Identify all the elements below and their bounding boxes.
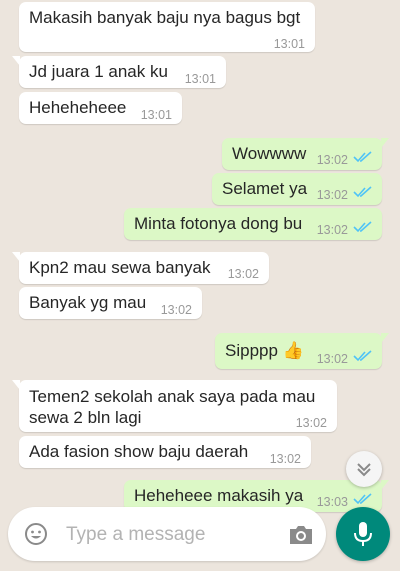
voice-message-button[interactable] xyxy=(336,507,390,561)
bubble-tail xyxy=(381,333,389,343)
message-outgoing[interactable]: Selamet ya 13:02 xyxy=(212,173,382,205)
message-text: Sipppp 👍 xyxy=(225,341,304,360)
bubble-tail xyxy=(12,380,20,390)
message-text: Ada fasion show baju daerah xyxy=(29,442,249,461)
double-check-icon xyxy=(353,186,372,198)
double-check-icon xyxy=(353,221,372,233)
message-input[interactable] xyxy=(64,520,268,550)
bubble-tail xyxy=(381,480,389,490)
message-time: 13:02 xyxy=(269,452,301,466)
message-text: Heheheee makasih ya xyxy=(134,486,304,505)
message-text: Heheheheee xyxy=(29,98,127,117)
message-text: Jd juara 1 anak ku xyxy=(29,62,168,81)
bubble-tail xyxy=(12,252,20,262)
message-outgoing[interactable]: Minta fotonya dong bu 13:02 xyxy=(124,208,382,240)
message-incoming[interactable]: Kpn2 mau sewa banyak 13:02 xyxy=(12,252,269,284)
message-text: Selamet ya xyxy=(222,179,308,198)
message-time: 13:03 xyxy=(316,495,348,509)
scroll-to-bottom-button[interactable] xyxy=(346,451,382,487)
bubble-tail xyxy=(12,56,20,66)
message-time: 13:02 xyxy=(295,416,327,430)
message-incoming[interactable]: Jd juara 1 anak ku 13:01 xyxy=(12,56,226,88)
message-incoming[interactable]: Temen2 sekolah anak saya pada mau sewa 2… xyxy=(12,380,337,432)
double-check-icon xyxy=(353,151,372,163)
message-text: Banyak yg mau xyxy=(29,293,147,312)
message-text: Temen2 sekolah anak saya pada mau sewa 2… xyxy=(29,387,316,427)
message-time: 13:02 xyxy=(316,153,348,167)
chevron-double-down-icon xyxy=(357,463,371,477)
message-incoming[interactable]: Makasih banyak baju nya bagus bgt 13:01 xyxy=(19,2,315,52)
camera-icon[interactable] xyxy=(288,524,314,546)
message-time: 13:01 xyxy=(184,72,216,86)
double-check-icon xyxy=(353,350,372,362)
message-outgoing[interactable]: Sipppp 👍 13:02 xyxy=(215,333,389,369)
bubble-tail xyxy=(381,138,389,148)
message-time: 13:02 xyxy=(316,188,348,202)
chat-area: Makasih banyak baju nya bagus bgt 13:01 … xyxy=(0,0,400,571)
message-text: Kpn2 mau sewa banyak xyxy=(29,258,211,277)
message-time: 13:02 xyxy=(227,267,259,281)
message-text: Minta fotonya dong bu xyxy=(134,214,303,233)
message-time: 13:02 xyxy=(316,352,348,366)
message-outgoing[interactable]: Wowwww 13:02 xyxy=(222,138,389,170)
message-composer xyxy=(8,507,326,561)
message-time: 13:02 xyxy=(160,303,192,317)
message-time: 13:01 xyxy=(273,37,305,51)
message-text: Wowwww xyxy=(232,144,307,163)
double-check-icon xyxy=(353,493,372,505)
message-incoming[interactable]: Heheheheee 13:01 xyxy=(19,92,182,124)
message-text: Makasih banyak baju nya bagus bgt xyxy=(29,8,301,27)
message-time: 13:01 xyxy=(140,108,172,122)
message-incoming[interactable]: Banyak yg mau 13:02 xyxy=(19,287,202,319)
emoji-icon[interactable] xyxy=(24,522,48,546)
message-incoming[interactable]: Ada fasion show baju daerah 13:02 xyxy=(19,436,311,468)
message-time: 13:02 xyxy=(316,223,348,237)
microphone-icon xyxy=(354,522,372,546)
